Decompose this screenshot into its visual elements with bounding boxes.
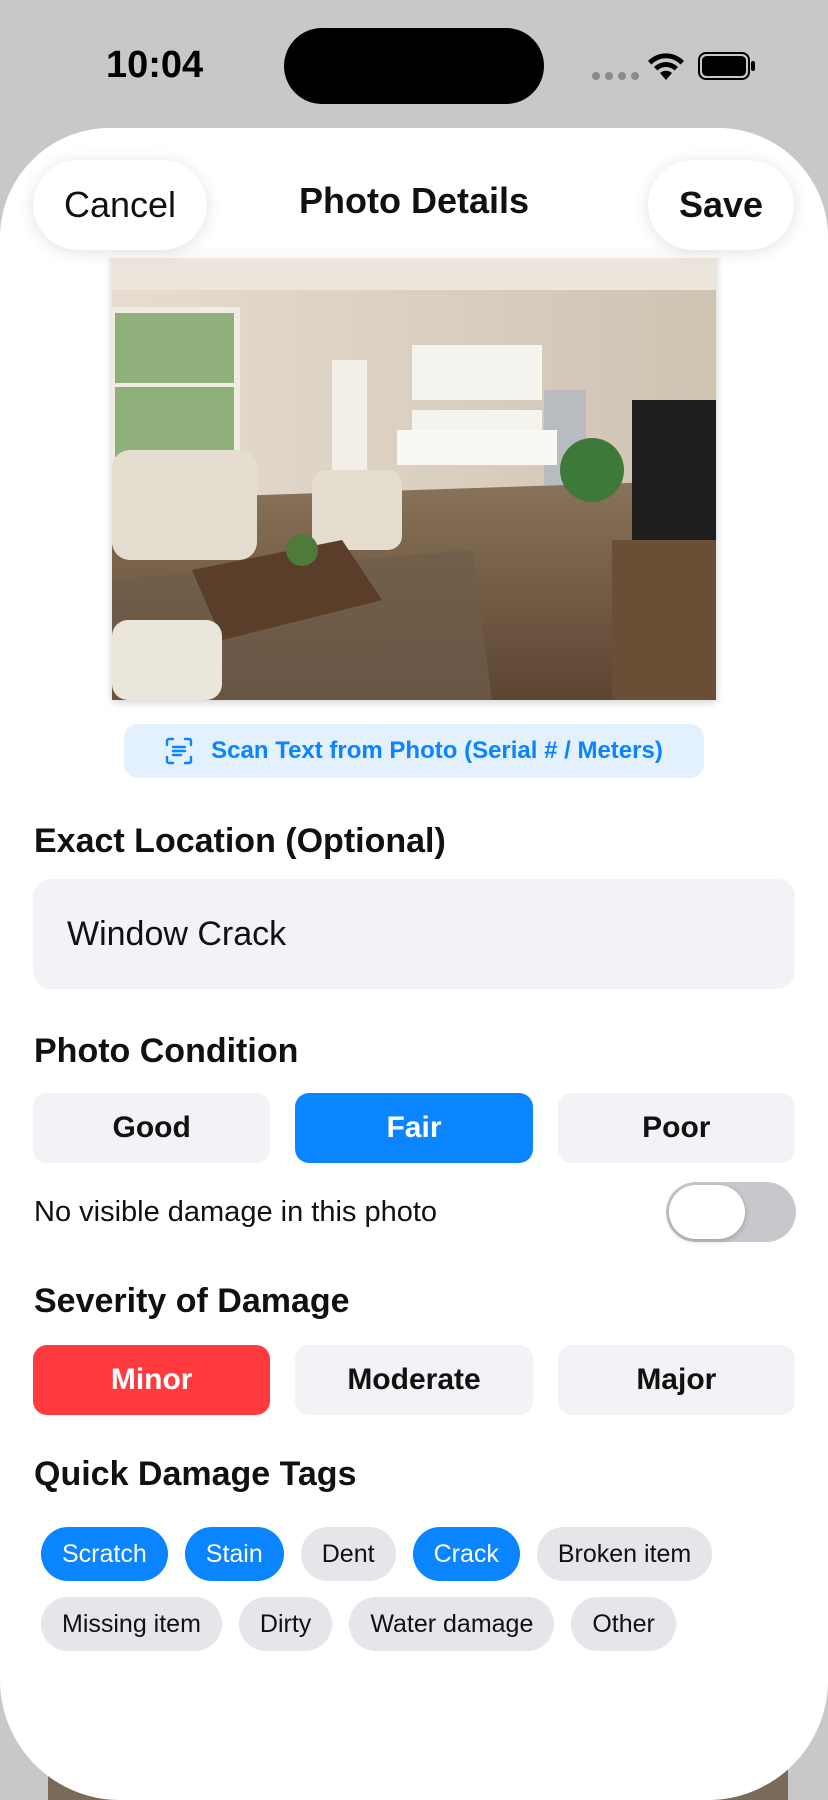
tag-chip[interactable]: Crack xyxy=(412,1527,520,1581)
tag-chip[interactable]: Broken item xyxy=(536,1527,713,1581)
severity-minor-button[interactable]: Minor xyxy=(33,1345,271,1415)
condition-segmented-control: Good Fair Poor xyxy=(33,1093,795,1163)
wifi-icon xyxy=(648,53,684,80)
location-field[interactable]: Window Crack xyxy=(33,879,795,989)
tag-chip[interactable]: Missing item xyxy=(41,1597,222,1651)
condition-good-button[interactable]: Good xyxy=(33,1093,271,1163)
location-value: Window Crack xyxy=(67,914,287,953)
room-photo[interactable] xyxy=(112,250,716,700)
no-damage-row: No visible damage in this photo xyxy=(34,1182,796,1242)
damage-tags: Scratch Stain Dent Crack Broken item Mis… xyxy=(41,1527,801,1651)
photo-details-sheet: Cancel Photo Details Save Scan Text from… xyxy=(0,128,828,1800)
status-time: 10:04 xyxy=(106,44,204,86)
tag-chip[interactable]: Stain xyxy=(184,1527,284,1581)
tags-label: Quick Damage Tags xyxy=(34,1455,357,1493)
tag-chip[interactable]: Dirty xyxy=(238,1597,333,1651)
tag-chip[interactable]: Water damage xyxy=(349,1597,555,1651)
severity-moderate-button[interactable]: Moderate xyxy=(295,1345,533,1415)
tag-chip[interactable]: Other xyxy=(571,1597,676,1651)
scan-text-button[interactable]: Scan Text from Photo (Serial # / Meters) xyxy=(124,724,704,778)
condition-fair-button[interactable]: Fair xyxy=(295,1093,533,1163)
status-bar: 10:04 xyxy=(0,0,828,130)
no-damage-toggle[interactable] xyxy=(666,1182,796,1242)
severity-major-button[interactable]: Major xyxy=(557,1345,795,1415)
battery-icon xyxy=(698,52,755,80)
text-scan-icon xyxy=(165,737,193,765)
save-button[interactable]: Save xyxy=(648,160,794,250)
severity-label: Severity of Damage xyxy=(34,1282,350,1320)
toggle-knob xyxy=(669,1185,745,1239)
location-label: Exact Location (Optional) xyxy=(34,822,446,860)
condition-poor-button[interactable]: Poor xyxy=(557,1093,795,1163)
severity-segmented-control: Minor Moderate Major xyxy=(33,1345,795,1415)
no-damage-label: No visible damage in this photo xyxy=(34,1195,438,1228)
dynamic-island xyxy=(284,28,544,104)
condition-label: Photo Condition xyxy=(34,1032,299,1070)
scan-text-label: Scan Text from Photo (Serial # / Meters) xyxy=(211,737,663,764)
tag-chip[interactable]: Scratch xyxy=(41,1527,168,1581)
tag-chip[interactable]: Dent xyxy=(300,1527,396,1581)
cellular-signal-icon xyxy=(592,72,639,80)
